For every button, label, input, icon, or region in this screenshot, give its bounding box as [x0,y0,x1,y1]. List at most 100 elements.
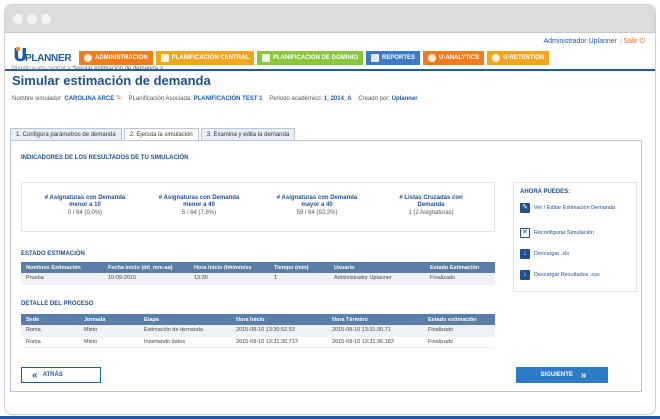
indicator-value: 1 (2 Asignaturas) [408,210,454,216]
col-header[interactable]: Tiempo (min) [269,262,329,273]
action-descargar-xls[interactable]: ↓ Descargar .xls [520,249,620,259]
plan-value: PLANIFICACIÓN TEST 1 [193,96,263,102]
col-header[interactable]: Etapa [139,314,231,325]
indicator-menor-10: # Asignaturas con Demanda menor a 10 0 /… [30,195,140,216]
page-title: Simular estimación de demanda [12,73,211,88]
breadcrumb-root[interactable]: Planificación central [12,66,65,72]
tab-configura-parametros[interactable]: 1. Configura parámetros de demanda [10,128,122,140]
action-reconfigurar[interactable]: ✕ Reconfigurar Simulación [520,228,620,238]
indicator-value: 0 / 64 (0,0%) [67,210,103,216]
nav-reportes[interactable]: REPORTES [366,51,421,65]
plan-label: PLanificación Asociada: [128,96,192,102]
sim-label: Nombre simulador: [12,96,63,102]
wizard-tabs: 1. Configura parámetros de demanda 2. Ej… [10,128,296,140]
nav-label: ADMINISTRACION [95,55,148,61]
double-chevron-right-icon: » [580,369,586,381]
next-label: SIGUIENTE [540,372,573,378]
gear-icon [428,54,437,62]
nav-u-analytics[interactable]: U-ANALYTICS [423,51,485,65]
logo-text: PLANNER [25,53,72,64]
cell-estado: Finalizado [425,273,495,285]
indicator-label: menor a 10 [69,202,101,208]
cell-usuario: Administrador Uplanner [329,273,425,285]
page-content: Planificación central > Simular estimaci… [12,66,648,102]
col-header[interactable]: Hora Inicio [231,314,327,325]
ahora-puedes-box: AHORA PUEDES: ✎ Ver / Editar Estimación … [513,182,637,292]
indicator-label: Demanda [417,202,445,208]
table-row[interactable]: Roma Mixto Insertando datos 2015-09-10 1… [21,336,495,348]
nav-label: U-RETENTION [503,55,545,61]
estado-table: Nombres Estimación Fecha Inicio (dd_mm-a… [21,262,495,285]
edit-pencil-icon[interactable]: ✎ [116,95,122,102]
nav-label: PLANIFICACIÓN DE DOMINIO [273,55,359,61]
table-header-row: Sede Jornada Etapa Hora Inicio Hora Térm… [21,314,495,325]
user-separator: | [620,38,622,45]
col-header[interactable]: Sede [21,314,79,325]
cell-jornada: Mixto [79,336,139,348]
creator-value: Uplanner [391,96,418,102]
download-icon: ↓ [520,270,530,280]
breadcrumb-current: Simular estimación de demanda > [72,66,164,72]
nav-u-retention[interactable]: U-RETENTION [487,51,550,65]
tab-ejecuta-simulacion[interactable]: 2. Ejecuta la simulación [123,128,199,140]
cell-nombre: Prueba [21,273,103,285]
cell-jornada: Mixto [79,325,139,337]
action-label: Descargar Resultados .csv [534,272,600,278]
window-close-dot[interactable] [13,14,23,24]
col-header[interactable]: Fecha Inicio (dd_mm-aa) [103,262,189,273]
breadcrumb: Planificación central > Simular estimaci… [12,66,648,72]
logout-link[interactable]: Salir ⏻ [623,38,645,46]
col-header[interactable]: Estado estimación [423,314,495,325]
col-header[interactable]: Estado Estimación [425,262,495,273]
logout-label: Salir [623,38,638,45]
window-maximize-dot[interactable] [41,14,51,24]
table-row[interactable]: Roma Mixto Estimación de demanda 2015-09… [21,325,495,337]
nav-label: U-ANALYTICS [439,55,480,61]
action-label: Ver / Editar Estimación Demanda [534,205,616,211]
tab-examina-demanda[interactable]: 3. Examina y edita la demanda [200,128,296,140]
table-row[interactable]: Prueba 10-09-2015 13:30 1 Administrador … [21,273,495,285]
gear-icon [84,54,92,62]
download-icon: ↓ [520,249,530,259]
window-titlebar [5,5,655,33]
indicator-menor-40: # Asignaturas con Demanda menor a 40 5 /… [144,195,254,216]
indicator-label: mayor a 40 [301,202,333,208]
action-ver-editar[interactable]: ✎ Ver / Editar Estimación Demanda [520,203,620,213]
window-minimize-dot[interactable] [27,14,37,24]
nav-administracion[interactable]: ADMINISTRACION [79,51,153,65]
tools-icon: ✕ [520,228,530,238]
indicators-box: # Asignaturas con Demanda menor a 10 0 /… [21,182,495,232]
back-button[interactable]: « ATRÁS [21,367,101,383]
cell-estado: Finalizado [423,325,495,337]
document-icon [160,54,169,62]
cell-fecha: 10-09-2015 [103,273,189,285]
simulation-meta: Nombre simulador: CAROLINA ARCE ✎ PLanif… [12,94,648,102]
col-header[interactable]: Jornada [79,314,139,325]
current-user[interactable]: Administrador Uplanner [543,38,617,45]
next-button[interactable]: SIGUIENTE » [516,367,608,383]
double-chevron-left-icon: « [32,369,37,381]
detalle-table: Sede Jornada Etapa Hora Inicio Hora Térm… [21,314,495,348]
action-descargar-csv[interactable]: ↓ Descargar Resultados .csv [520,270,620,280]
cell-hora-inicio: 2015-09-10 13:30:52.53 [231,325,327,337]
period-value: 1_2014_A [323,96,352,102]
col-header[interactable]: Hora Inicio (hh/mm/ss [189,262,269,273]
action-label: Descargar .xls [534,251,570,257]
gear-icon [492,54,501,62]
user-bar: Administrador Uplanner | Salir ⏻ [5,33,655,51]
table-header-row: Nombres Estimación Fecha Inicio (dd_mm-a… [21,262,495,273]
col-header[interactable]: Nombres Estimación [21,262,103,273]
nav-planificacion-dominio[interactable]: PLANIFICACIÓN DE DOMINIO [257,51,364,65]
indicators-title: INDICADORES DE LOS RESULTADOS DE TU SIMU… [21,155,189,161]
nav-label: PLANIFICACIÓN CENTRAL [171,55,250,61]
ahora-title: AHORA PUEDES: [520,189,571,195]
col-header[interactable]: Hora Término [327,314,423,325]
indicator-label: menor a 40 [183,202,215,208]
col-header[interactable]: Usuario [329,262,425,273]
main-nav: ADMINISTRACION PLANIFICACIÓN CENTRAL PLA… [79,51,550,65]
indicator-label: # Asignaturas con Demanda [44,195,126,201]
indicator-mayor-40: # Asignaturas con Demanda mayor a 40 59 … [262,195,372,216]
nav-planificacion-central[interactable]: PLANIFICACIÓN CENTRAL [155,51,255,65]
cell-etapa: Estimación de demanda [139,325,231,337]
indicator-label: # Asignaturas con Demanda [158,195,240,201]
